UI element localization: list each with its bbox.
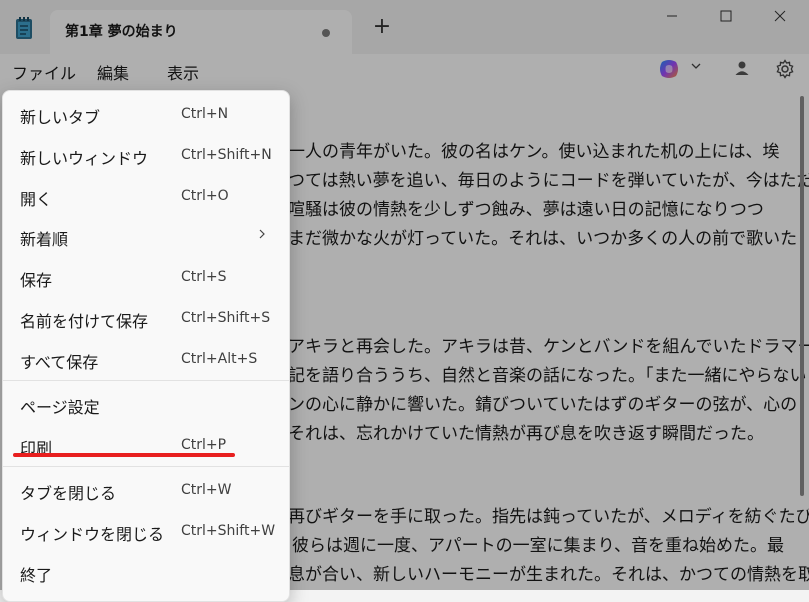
- menu-separator: [3, 466, 289, 467]
- menu-item-new-window[interactable]: 新しいウィンドウ Ctrl+Shift+N: [3, 136, 289, 176]
- menu-item-save-as[interactable]: 名前を付けて保存 Ctrl+Shift+S: [3, 299, 289, 339]
- menu-item-shortcut: Ctrl+W: [181, 482, 232, 498]
- menu-item-close-window[interactable]: ウィンドウを閉じる Ctrl+Shift+W: [3, 512, 289, 552]
- menu-item-print[interactable]: 印刷 Ctrl+P: [3, 426, 289, 466]
- menu-item-label: 名前を付けて保存: [20, 312, 149, 331]
- menu-item-save-all[interactable]: すべて保存 Ctrl+Alt+S: [3, 340, 289, 380]
- menu-item-close-tab[interactable]: タブを閉じる Ctrl+W: [3, 471, 289, 511]
- menu-item-recent[interactable]: 新着順: [3, 217, 289, 257]
- menu-item-page-setup[interactable]: ページ設定: [3, 385, 289, 425]
- highlight-underline: [13, 453, 235, 457]
- file-menu-dropdown: 新しいタブ Ctrl+N 新しいウィンドウ Ctrl+Shift+N 開く Ct…: [2, 90, 290, 602]
- menu-item-shortcut: Ctrl+Shift+W: [181, 523, 276, 539]
- menu-item-label: タブを閉じる: [20, 484, 117, 503]
- menu-item-shortcut: Ctrl+O: [181, 188, 229, 204]
- menu-item-shortcut: Ctrl+Shift+S: [181, 310, 271, 326]
- menu-separator: [3, 380, 289, 381]
- menu-item-shortcut: Ctrl+N: [181, 106, 229, 122]
- menu-item-label: 終了: [20, 566, 53, 585]
- menu-item-shortcut: Ctrl+Alt+S: [181, 351, 258, 367]
- menu-item-open[interactable]: 開く Ctrl+O: [3, 177, 289, 217]
- menu-item-label: 保存: [20, 271, 53, 290]
- menu-item-new-tab[interactable]: 新しいタブ Ctrl+N: [3, 95, 289, 135]
- menu-item-label: 新しいタブ: [20, 108, 101, 127]
- menu-item-label: 新着順: [20, 230, 69, 249]
- menu-item-shortcut: Ctrl+P: [181, 437, 227, 453]
- menu-item-label: すべて保存: [20, 353, 99, 372]
- menu-item-shortcut: Ctrl+S: [181, 269, 227, 285]
- menu-item-label: 新しいウィンドウ: [20, 149, 149, 168]
- chevron-right-icon: [259, 229, 265, 239]
- menu-item-label: 開く: [20, 190, 53, 209]
- menu-item-shortcut: Ctrl+Shift+N: [181, 147, 272, 163]
- menu-item-label: ウィンドウを閉じる: [20, 525, 165, 544]
- menu-item-save[interactable]: 保存 Ctrl+S: [3, 258, 289, 298]
- menu-item-label: ページ設定: [20, 398, 100, 417]
- menu-item-exit[interactable]: 終了: [3, 553, 289, 593]
